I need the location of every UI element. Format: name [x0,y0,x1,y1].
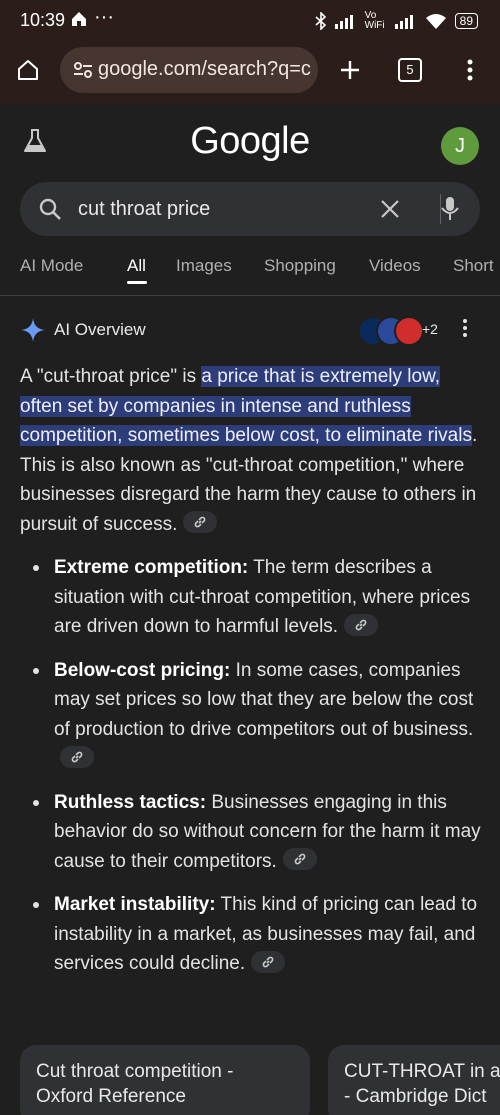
ai-overview-intro: A "cut-throat price" is a price that is … [20,362,484,539]
more-notifications-icon: ··· [94,6,114,28]
active-tab-indicator [127,281,147,284]
status-time: 10:39 [20,10,66,30]
source-icon-3 [394,316,424,346]
card-title-line2: Oxford Reference [36,1086,186,1107]
bullet-item: Market instability: This kind of pricing… [20,890,484,979]
link-icon [71,751,83,763]
search-icon [39,198,61,220]
vowifi-label: Vo WiFi [364,10,385,31]
ai-overview-content: A "cut-throat price" is a price that is … [20,362,484,979]
tab-count: 5 [398,58,422,82]
intro-text-pre: A "cut-throat price" is [20,366,202,387]
card-title-line2: - Cambridge Dict [344,1086,487,1107]
card-title-line1: Cut throat competition - [36,1061,234,1082]
bullet-item: Below-cost pricing: In some cases, compa… [20,656,484,774]
ai-overview-menu-icon[interactable] [462,318,468,338]
link-icon [294,854,306,865]
url-text: google.com/search?q=c [98,58,311,80]
bullet-term: Market instability: [54,894,216,915]
link-icon [262,956,274,968]
tab-ai-mode[interactable]: AI Mode [20,256,83,276]
tab-videos[interactable]: Videos [369,256,421,276]
source-cards: Cut throat competition - Oxford Referenc… [20,1045,500,1115]
clear-search-icon[interactable] [380,199,400,219]
home-button[interactable] [10,52,46,88]
bluetooth-icon [315,12,326,30]
ai-overview-header: AI Overview +2 [0,312,500,348]
link-icon [355,619,367,631]
site-settings-icon[interactable] [72,59,94,81]
google-logo[interactable]: Google [0,120,500,163]
signal-icon [334,15,353,29]
citation-link-chip[interactable] [344,613,379,636]
kebab-menu-icon [467,59,473,81]
tab-switcher-button[interactable]: 5 [392,52,428,88]
battery-indicator: 89 [454,13,478,29]
link-icon [194,517,206,528]
tab-images[interactable]: Images [176,256,232,276]
plus-icon [341,61,359,79]
citation-link-chip[interactable] [282,848,317,871]
source-card-cambridge[interactable]: CUT-THROAT in a - Cambridge Dict [328,1045,500,1115]
browser-menu-button[interactable] [452,52,488,88]
ai-sparkle-icon [21,318,45,342]
ai-sources-icons[interactable] [358,316,424,346]
ai-overview-title: AI Overview [54,320,146,339]
status-icons: Vo WiFi 89 [315,11,478,31]
tab-all[interactable]: All [127,256,146,276]
bullet-term: Extreme competition: [54,557,249,578]
home-notification-icon [72,12,86,26]
citation-link-chip[interactable] [183,511,218,534]
account-avatar[interactable]: J [441,127,479,165]
citation-link-chip[interactable] [251,950,286,973]
bullet-term: Below-cost pricing: [54,659,231,681]
tabs-separator [0,295,500,296]
status-bar: 10:39 ··· Vo WiFi 89 [0,0,500,42]
bullet-item: Extreme competition: The term describes … [20,553,484,642]
card-title-line1: CUT-THROAT in a [344,1061,500,1082]
tab-short[interactable]: Short [453,256,494,276]
signal-icon-2 [394,15,413,29]
source-card-oxford[interactable]: Cut throat competition - Oxford Referenc… [20,1045,310,1115]
search-tabs: AI Mode All Images Shopping Videos Short [0,252,500,294]
home-icon [18,60,38,80]
google-header: Google J [0,104,500,184]
url-bar[interactable]: google.com/search?q=c [60,47,318,93]
new-tab-button[interactable] [332,52,368,88]
search-box[interactable]: cut throat price [20,182,480,236]
bullet-term: Ruthless tactics: [54,791,207,813]
tab-shopping[interactable]: Shopping [264,256,336,276]
search-query[interactable]: cut throat price [78,198,210,221]
ai-overview-bullets: Extreme competition: The term describes … [20,553,484,979]
bullet-item: Ruthless tactics: Businesses engaging in… [20,788,484,877]
microphone-icon[interactable] [440,196,460,222]
wifi-icon [425,14,446,29]
citation-link-chip[interactable] [60,745,94,768]
more-sources-count[interactable]: +2 [422,321,438,337]
browser-toolbar: google.com/search?q=c 5 [0,42,500,104]
